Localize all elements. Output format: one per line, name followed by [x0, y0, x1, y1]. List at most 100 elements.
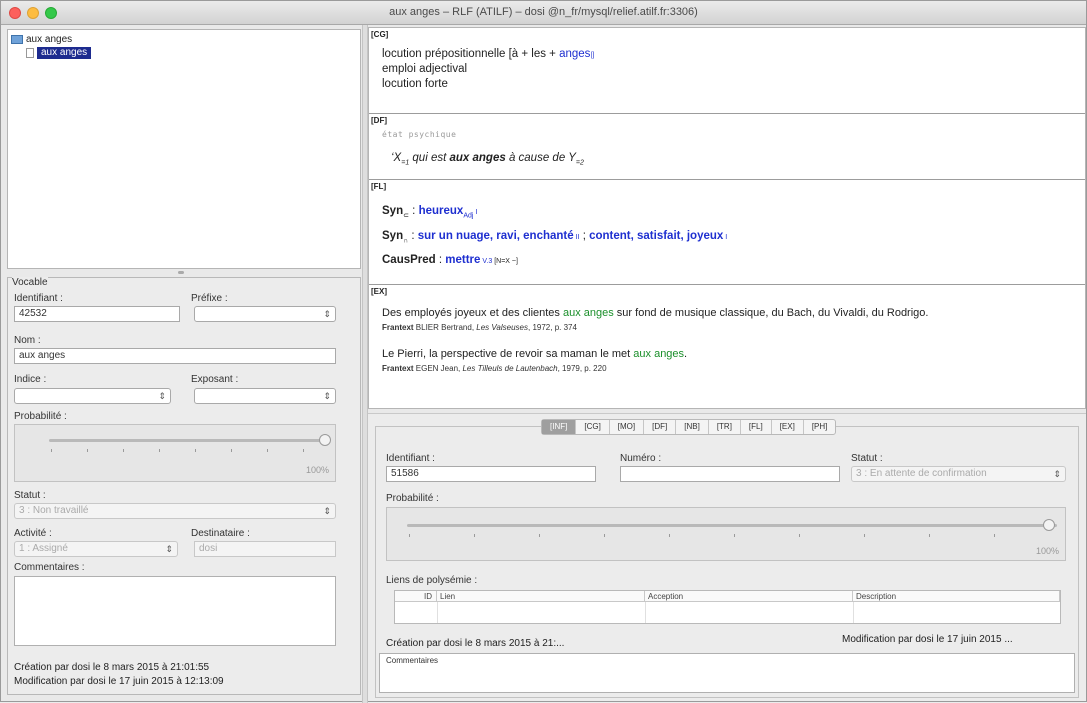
nom-label: Nom : [14, 335, 41, 346]
fl-sense: I [723, 234, 728, 241]
app-window: aux anges – RLF (ATILF) – dosi @n_fr/mys… [0, 0, 1087, 703]
fl-line-2: Syn∩ : sur un nuage, ravi, enchanté II ;… [382, 230, 727, 244]
destinataire-field[interactable]: dosi [194, 541, 336, 557]
nom-field[interactable]: aux anges [14, 348, 336, 364]
probabilite-slider-knob[interactable] [319, 434, 331, 446]
ex-line-1: Des employés joyeux et des clientes aux … [382, 307, 928, 319]
ex-source-title: Les Valseuses [476, 323, 528, 332]
tab-fl[interactable]: [FL] [741, 420, 772, 434]
probabilite-percent: 100% [305, 465, 329, 475]
creation-info: Création par dosi le 8 mars 2015 à 21:01… [14, 662, 210, 673]
df-lemma: aux anges [449, 152, 506, 164]
tab-tr[interactable]: [TR] [709, 420, 741, 434]
indice-select[interactable]: ⇕ [14, 388, 171, 404]
panel-statut-select[interactable]: 3 : En attente de confirmation ⇕ [851, 466, 1066, 482]
col-divider [437, 602, 438, 623]
tab-df[interactable]: [DF] [644, 420, 677, 434]
stepper-arrows-icon: ⇕ [1053, 469, 1061, 479]
tick [123, 449, 124, 452]
col-divider [853, 602, 854, 623]
article-view: [CG] locution prépositionnelle [à + les … [368, 27, 1086, 409]
tab-inf[interactable]: [INF] [542, 420, 577, 434]
df-text: ‘X [391, 152, 402, 164]
indice-label: Indice : [14, 374, 47, 385]
liens-table[interactable]: ID Lien Acception Description [394, 590, 1061, 624]
fl-colon: : [408, 230, 418, 242]
tick [409, 534, 410, 537]
tick [51, 449, 52, 452]
panel-statut-value: 3 : En attente de confirmation [856, 468, 987, 479]
ex-lemma: aux anges [633, 348, 685, 360]
fl-value: content, satisfait, joyeux [589, 230, 724, 242]
commentaires-textarea[interactable] [14, 576, 336, 646]
col-acception[interactable]: Acception [645, 591, 853, 602]
fl-function: CausPred [382, 254, 436, 266]
ex-line-2: Le Pierri, la perspective de revoir sa m… [382, 348, 687, 360]
ex-source-author: BLIER Bertrand, [413, 323, 477, 332]
tree-item-root[interactable]: aux anges [11, 33, 72, 47]
panel-commentaires-textarea[interactable]: Commentaires [379, 653, 1075, 693]
col-id[interactable]: ID [395, 591, 437, 602]
df-line-1: état psychique [382, 130, 457, 139]
activite-label: Activité : [14, 528, 52, 539]
panel-identifiant-label: Identifiant : [386, 453, 435, 464]
folder-icon [11, 34, 23, 44]
probabilite-label: Probabilité : [14, 411, 67, 422]
statut-value: 3 : Non travaillé [19, 505, 89, 516]
panel-probabilite-track [407, 524, 1057, 527]
fl-line-1: Syn⊂ : heureuxAdj I [382, 205, 477, 219]
tick [474, 534, 475, 537]
tree-root-label: aux anges [26, 34, 73, 45]
activite-select[interactable]: 1 : Assigné ⇕ [14, 541, 178, 557]
cg-lemma: anges [559, 48, 591, 60]
cg-text: locution prépositionnelle [à + les + [382, 48, 560, 60]
panel-probabilite-label: Probabilité : [386, 493, 439, 504]
ex-text: sur fond de musique classique, du Bach, … [613, 307, 929, 319]
fl-colon: : [435, 254, 446, 266]
window-title: aux anges – RLF (ATILF) – dosi @n_fr/mys… [389, 6, 698, 18]
document-icon [26, 48, 34, 59]
tick [267, 449, 268, 452]
section-cg: [CG] locution prépositionnelle [à + les … [369, 28, 1085, 114]
df-text: à cause de Y [505, 152, 576, 164]
tab-mo[interactable]: [MO] [610, 420, 645, 434]
ex-source-corpus: Frantext [382, 323, 414, 332]
panel-modification-info: Modification par dosi le 17 juin 2015 ..… [842, 634, 1013, 645]
tree-item-child[interactable]: aux anges [26, 47, 92, 61]
statut-select[interactable]: 3 : Non travaillé ⇕ [14, 503, 336, 519]
tick [231, 449, 232, 452]
exposant-select[interactable]: ⇕ [194, 388, 336, 404]
prefixe-select[interactable]: ⇕ [194, 306, 336, 322]
ex-tag: [EX] [371, 287, 387, 296]
tick [929, 534, 930, 537]
numero-field[interactable] [620, 466, 840, 482]
col-lien[interactable]: Lien [437, 591, 645, 602]
tick [799, 534, 800, 537]
tab-ex[interactable]: [EX] [772, 420, 804, 434]
tick [994, 534, 995, 537]
panel-creation-info: Création par dosi le 8 mars 2015 à 21:..… [386, 638, 565, 649]
df-subscript: =2 [575, 159, 584, 167]
prefixe-label: Préfixe : [191, 293, 228, 304]
panel-identifiant-field[interactable]: 51586 [386, 466, 596, 482]
tab-cg[interactable]: [CG] [576, 420, 610, 434]
fl-value: sur un nuage, ravi, enchanté [417, 230, 574, 242]
col-description[interactable]: Description [853, 591, 1060, 602]
tab-nb[interactable]: [NB] [676, 420, 709, 434]
tick [669, 534, 670, 537]
inf-tab-content: Identifiant : 51586 Numéro : Statut : 3 … [375, 426, 1079, 698]
panel-commentaires-label: Commentaires [386, 656, 439, 665]
probabilite-track [49, 439, 325, 442]
tick [864, 534, 865, 537]
cg-line-1: locution prépositionnelle [à + les + ang… [382, 48, 594, 60]
identifiant-field[interactable]: 42532 [14, 306, 180, 322]
fl-function: Syn [382, 230, 404, 242]
panel-probabilite-slider-knob[interactable] [1043, 519, 1055, 531]
fl-tag: [FL] [371, 182, 387, 191]
vocable-tree[interactable]: aux anges aux anges [7, 29, 361, 269]
horizontal-split-handle[interactable] [178, 271, 184, 274]
panel-probabilite-percent: 100% [1035, 546, 1059, 556]
tab-ph[interactable]: [PH] [804, 420, 836, 434]
cg-line-3: locution forte [382, 78, 448, 90]
fl-line-3: CausPred : mettre V.3 [N=X ~] [382, 254, 518, 266]
